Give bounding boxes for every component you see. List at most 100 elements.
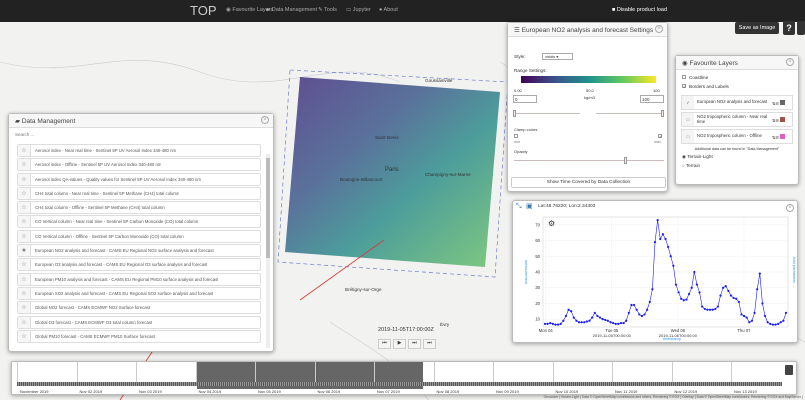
data-point[interactable] [763, 314, 767, 318]
data-point[interactable] [711, 308, 714, 311]
data-point[interactable] [664, 237, 667, 241]
data-point[interactable] [682, 299, 685, 302]
disable-product-load-toggle[interactable]: ■ Disable product load [612, 7, 667, 13]
star-icon[interactable]: ☆ [18, 259, 31, 271]
nav-data-management[interactable]: ▰ Data Management [266, 7, 317, 13]
data-point[interactable] [732, 296, 735, 300]
data-point[interactable] [612, 321, 615, 325]
gear-icon[interactable]: ⚙ [548, 219, 555, 228]
data-point[interactable] [722, 286, 725, 289]
base-layer-option[interactable]: Coastline [682, 75, 792, 80]
data-point[interactable] [554, 323, 557, 326]
data-point[interactable] [643, 313, 646, 316]
favourite-layer-row[interactable]: □ NO2 tropospheric column - Near real tim… [681, 112, 793, 127]
data-point[interactable] [706, 308, 709, 311]
layer-color-swatch[interactable] [780, 116, 786, 122]
data-point[interactable] [740, 313, 743, 316]
data-point[interactable] [782, 319, 785, 322]
dataset-row[interactable]: ☆ Global NO2 forecast - CAMS ECMWF NO2 Su… [17, 301, 261, 315]
data-point[interactable] [758, 272, 761, 275]
close-icon[interactable]: × [261, 116, 269, 124]
data-point[interactable] [714, 307, 717, 311]
data-point[interactable] [551, 322, 554, 325]
data-point[interactable] [669, 255, 672, 258]
data-point[interactable] [674, 283, 678, 286]
data-point[interactable] [779, 321, 782, 324]
data-point[interactable] [748, 321, 751, 324]
data-point[interactable] [577, 321, 581, 324]
close-icon[interactable]: × [655, 25, 663, 33]
star-icon[interactable]: ☆ [18, 330, 31, 342]
data-point[interactable] [585, 320, 589, 323]
data-point[interactable] [640, 314, 644, 318]
data-point[interactable] [632, 303, 636, 307]
star-icon[interactable]: ☆ [18, 145, 31, 156]
star-icon[interactable]: ☆ [18, 287, 31, 299]
data-point[interactable] [591, 316, 594, 319]
range-max-slider[interactable] [596, 110, 664, 117]
data-point[interactable] [625, 319, 628, 322]
range-max-input[interactable]: 100 [640, 95, 664, 103]
data-point[interactable] [719, 294, 722, 297]
layer-checkbox[interactable]: □ [682, 113, 694, 126]
data-point[interactable] [656, 219, 659, 222]
data-point[interactable] [727, 289, 730, 292]
layer-settings-icon[interactable]: ⇅☰ [772, 133, 792, 140]
data-point[interactable] [690, 286, 693, 289]
favourite-layer-row[interactable]: □ NO2 tropospheric column - Offline ⇅☰ [681, 129, 793, 144]
star-icon[interactable]: ☆ [18, 173, 31, 185]
data-point[interactable] [627, 311, 630, 314]
data-point[interactable] [567, 308, 570, 311]
star-icon[interactable]: ☆ [18, 316, 31, 328]
checkbox[interactable]: ✓ [682, 84, 686, 89]
data-point[interactable] [703, 307, 706, 311]
data-point[interactable] [695, 283, 699, 286]
clamp-min-checkbox[interactable] [514, 134, 518, 138]
data-point[interactable] [761, 302, 764, 305]
data-point[interactable] [598, 316, 602, 319]
data-point[interactable] [651, 288, 654, 291]
data-point[interactable] [769, 322, 772, 325]
data-point[interactable] [559, 322, 562, 325]
data-point[interactable] [588, 319, 591, 322]
base-layer-option[interactable]: ✓ Borders and Labels [682, 84, 792, 89]
star-icon[interactable]: ☆ [18, 159, 31, 171]
timeline[interactable]: November 2019 Nov 02 2019 Nov 03 2019 Nov 0… [11, 361, 797, 395]
nav-tools[interactable]: ✎ Tools [318, 7, 337, 13]
data-point[interactable] [685, 298, 688, 301]
data-point[interactable] [546, 322, 549, 325]
data-point[interactable] [687, 292, 691, 296]
show-time-covered-button[interactable]: Show Time Covered by Data Collection [511, 177, 666, 188]
data-point[interactable] [614, 322, 617, 325]
star-icon[interactable]: ☆ [18, 273, 31, 285]
data-point[interactable] [708, 308, 712, 311]
star-icon[interactable]: ☆ [18, 230, 31, 242]
star-filled-icon[interactable]: ★ [18, 245, 31, 257]
data-point[interactable] [622, 321, 625, 325]
star-icon[interactable]: ☆ [18, 202, 31, 214]
skip-back-icon[interactable]: ⏮ [378, 339, 391, 349]
globe-button[interactable] [797, 21, 805, 35]
data-point[interactable] [693, 270, 696, 274]
data-point[interactable] [750, 319, 754, 322]
layer-color-swatch[interactable] [780, 133, 786, 139]
data-point[interactable] [777, 322, 780, 325]
dataset-row[interactable]: ☆ European PM10 analysis and forecast - C… [17, 272, 261, 286]
search-input[interactable] [15, 132, 215, 137]
data-point[interactable] [562, 319, 565, 322]
dataset-row[interactable]: ☆ Global O3 forecast - CAMS ECMWF O3 tota… [17, 315, 261, 329]
data-point[interactable] [701, 305, 704, 308]
dataset-row[interactable]: ☆ European O3 analysis and forecast - CAM… [17, 258, 261, 272]
data-point[interactable] [619, 321, 623, 325]
data-point[interactable] [596, 314, 599, 318]
data-point[interactable] [543, 322, 547, 325]
save-as-image-button[interactable]: Save as Image [735, 22, 779, 34]
data-point[interactable] [580, 321, 583, 324]
data-point[interactable] [742, 314, 746, 318]
close-icon[interactable]: × [786, 58, 794, 66]
dataset-row[interactable]: ☆ CH4 total column - Near real time - Sen… [17, 186, 261, 200]
data-point[interactable] [745, 316, 748, 319]
data-point[interactable] [617, 322, 620, 325]
data-point[interactable] [583, 321, 586, 324]
dataset-row[interactable]: ☆ CO Vertical column - Near real time - S… [17, 215, 261, 229]
